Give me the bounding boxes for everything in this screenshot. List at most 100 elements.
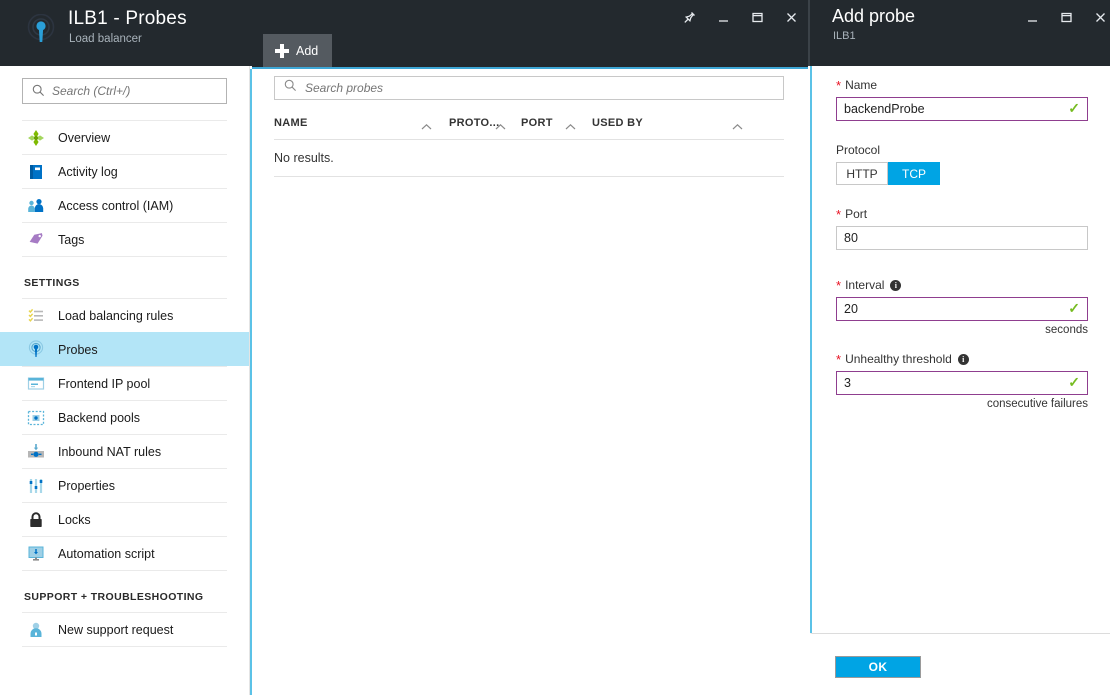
unhealthy-threshold-field-wrapper: ✓ [836, 371, 1088, 395]
frontend-ip-pool-icon [26, 374, 46, 394]
info-icon[interactable]: i [890, 280, 901, 291]
azure-portal: ILB1 - Probes Load balancer [0, 0, 1110, 695]
sidebar-item-automation-script[interactable]: Automation script [22, 536, 227, 570]
sidebar-search-container [0, 66, 249, 104]
sidebar-item-tags[interactable]: Tags [22, 222, 227, 256]
protocol-option-http[interactable]: HTTP [836, 162, 888, 185]
add-probe-window-controls [1015, 0, 1110, 34]
name-label-row: * Name [836, 78, 1088, 92]
interval-label-row: * Interval i [836, 278, 1088, 292]
minimize-icon[interactable] [706, 2, 740, 32]
name-label: Name [845, 78, 877, 92]
protocol-option-tcp[interactable]: TCP [888, 162, 940, 185]
sidebar-item-label: Automation script [58, 547, 155, 561]
backend-pools-icon [26, 408, 46, 428]
close-icon[interactable] [774, 2, 808, 32]
sidebar-item-locks[interactable]: Locks [22, 502, 227, 536]
name-input[interactable] [836, 97, 1088, 121]
sidebar-search[interactable] [22, 78, 227, 104]
unhealthy-threshold-unit-label: consecutive failures [836, 398, 1088, 410]
sidebar-item-label: New support request [58, 623, 173, 637]
command-toolbar: Add [252, 34, 808, 67]
minimize-icon[interactable] [1015, 2, 1049, 32]
column-header-name[interactable]: NAME [274, 117, 308, 129]
valid-check-icon: ✓ [1068, 101, 1080, 115]
add-probe-footer: OK [810, 633, 1110, 695]
load-balancing-rules-icon [26, 306, 46, 326]
maximize-icon[interactable] [740, 2, 774, 32]
sidebar-item-label: Inbound NAT rules [58, 445, 161, 459]
chevron-up-icon[interactable] [421, 118, 432, 136]
column-header-protocol[interactable]: PROTO... [449, 117, 499, 129]
add-probe-body: * Name ✓ Protocol HTTP TCP [810, 66, 1110, 633]
unhealthy-threshold-input[interactable] [836, 371, 1088, 395]
sidebar-item-properties[interactable]: Properties [22, 468, 227, 502]
sidebar-item-inbound-nat-rules[interactable]: Inbound NAT rules [22, 434, 227, 468]
column-header-port[interactable]: PORT [521, 117, 553, 129]
sidebar-item-label: Access control (IAM) [58, 199, 173, 213]
sidebar-divider [22, 646, 227, 647]
pin-icon[interactable] [672, 2, 706, 32]
protocol-toggle: HTTP TCP [836, 162, 940, 185]
chevron-up-icon[interactable] [732, 118, 743, 136]
support-request-icon [26, 620, 46, 640]
search-icon [284, 79, 297, 97]
add-button[interactable]: Add [263, 34, 332, 67]
sidebar-item-label: Properties [58, 479, 115, 493]
overview-icon [26, 128, 46, 148]
port-label-row: * Port [836, 207, 1088, 221]
add-probe-title: Add probe [832, 6, 915, 27]
sidebar-item-frontend-ip-pool[interactable]: Frontend IP pool [22, 366, 227, 400]
probes-icon [26, 340, 46, 360]
add-probe-header: Add probe ILB1 [810, 0, 1110, 66]
left-blade: ILB1 - Probes Load balancer [0, 0, 808, 695]
valid-check-icon: ✓ [1068, 375, 1080, 389]
page-title: ILB1 - Probes [68, 8, 187, 30]
chevron-up-icon[interactable] [565, 118, 576, 136]
access-control-icon [26, 196, 46, 216]
sidebar-section-settings-title: SETTINGS [22, 257, 227, 298]
empty-state-message: No results. [274, 140, 784, 177]
table-header-row: NAME PROTO... PORT USED BY [274, 110, 784, 140]
probes-search[interactable] [274, 76, 784, 100]
required-asterisk: * [836, 79, 841, 92]
info-icon[interactable]: i [958, 354, 969, 365]
probes-content: NAME PROTO... PORT USED BY No results. [252, 69, 808, 695]
ok-button[interactable]: OK [835, 656, 921, 678]
sidebar-item-label: Backend pools [58, 411, 140, 425]
protocol-label: Protocol [836, 143, 880, 157]
sidebar-item-new-support-request[interactable]: New support request [22, 612, 227, 646]
sidebar-item-load-balancing-rules[interactable]: Load balancing rules [22, 298, 227, 332]
chevron-up-icon[interactable] [495, 118, 506, 136]
interval-input[interactable] [836, 297, 1088, 321]
left-blade-window-controls [672, 0, 808, 34]
probes-table: NAME PROTO... PORT USED BY No results. [274, 110, 784, 177]
sidebar-item-overview[interactable]: Overview [22, 120, 227, 154]
sidebar-top-items: Overview Activity log [0, 120, 249, 647]
required-asterisk: * [836, 208, 841, 221]
protocol-label-row: Protocol [836, 143, 1088, 157]
name-field-wrapper: ✓ [836, 97, 1088, 121]
interval-field-wrapper: ✓ [836, 297, 1088, 321]
maximize-icon[interactable] [1049, 2, 1083, 32]
probes-search-input[interactable] [297, 81, 783, 95]
tags-icon [26, 230, 46, 250]
unhealthy-threshold-label-row: * Unhealthy threshold i [836, 352, 1088, 366]
required-asterisk: * [836, 353, 841, 366]
sidebar-item-access-control[interactable]: Access control (IAM) [22, 188, 227, 222]
column-header-used-by[interactable]: USED BY [592, 117, 643, 129]
automation-script-icon [26, 544, 46, 564]
resource-menu-sidebar: Overview Activity log [0, 66, 250, 695]
sidebar-item-label: Activity log [58, 165, 118, 179]
close-icon[interactable] [1083, 2, 1110, 32]
add-probe-blade: Add probe ILB1 * Name [810, 0, 1110, 695]
interval-label: Interval [845, 278, 884, 292]
port-input[interactable] [836, 226, 1088, 250]
sidebar-item-activity-log[interactable]: Activity log [22, 154, 227, 188]
sidebar-item-label: Probes [58, 343, 98, 357]
sidebar-item-probes[interactable]: Probes [0, 332, 249, 366]
activity-log-icon [26, 162, 46, 182]
required-asterisk: * [836, 279, 841, 292]
sidebar-item-backend-pools[interactable]: Backend pools [22, 400, 227, 434]
search-input[interactable] [23, 84, 226, 98]
